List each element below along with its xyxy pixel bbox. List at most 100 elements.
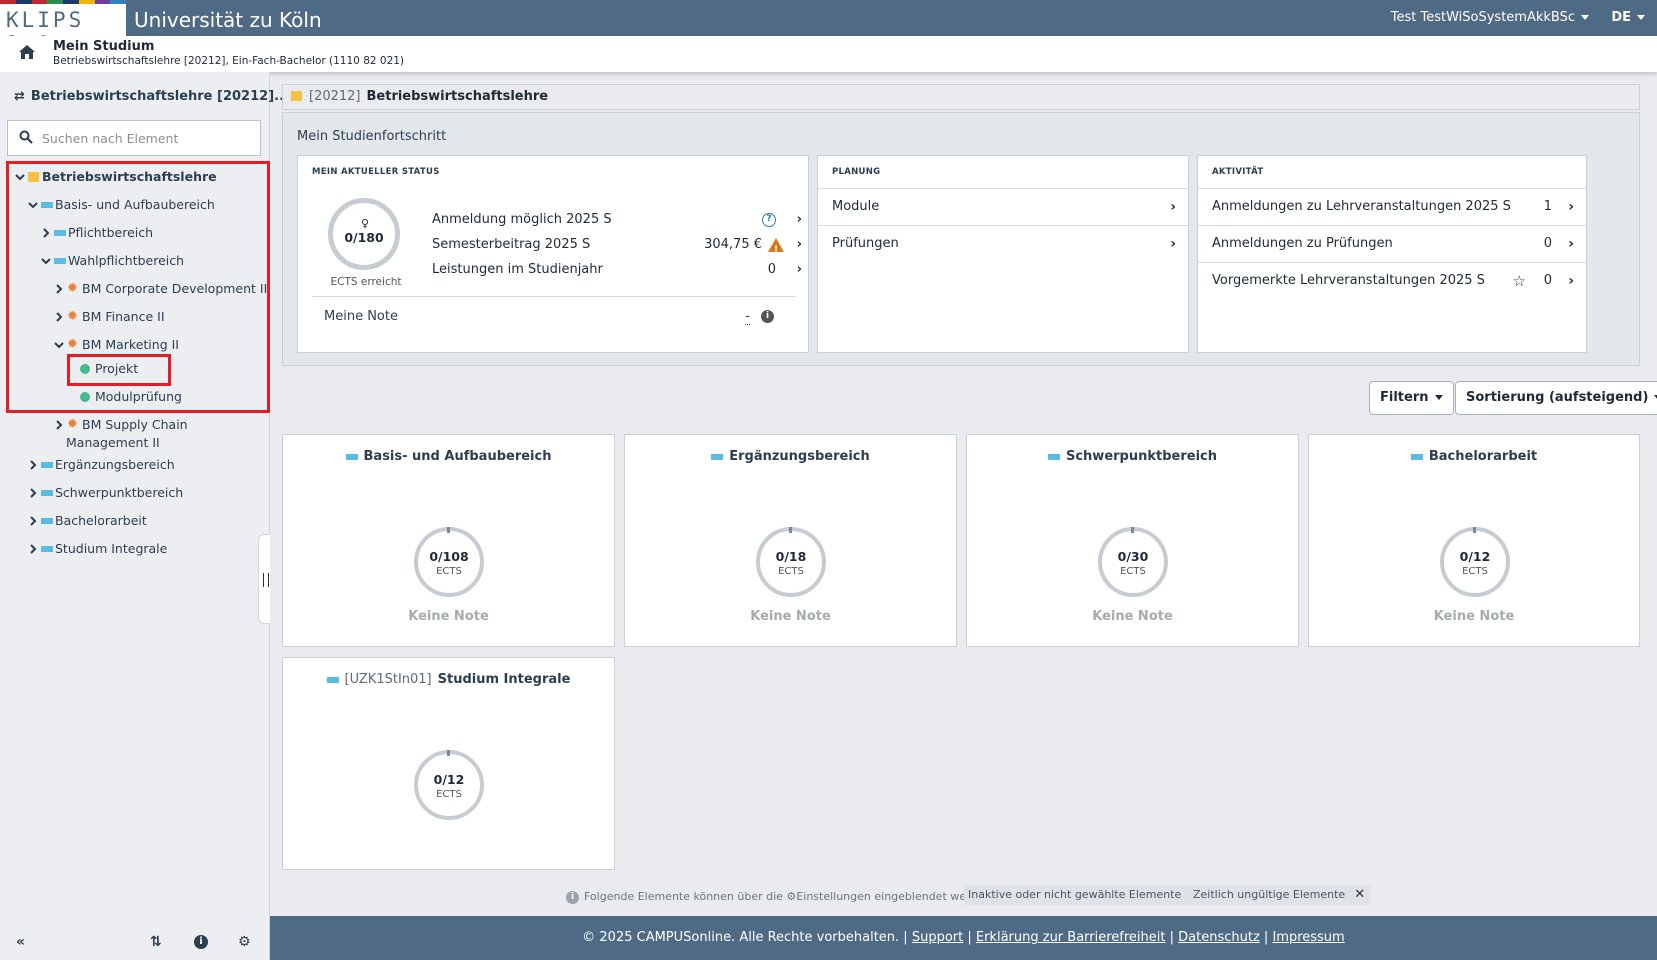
program-switcher[interactable]: ⇄ Betriebswirtschaftslehre [20212]... [14,89,303,104]
tree-label: Studium Integrale [55,541,168,556]
status-row-value: 304,75 € [704,237,762,252]
area-card-ergaenzung[interactable]: Ergänzungsbereich 0/18 ECTS Keine Note [624,434,957,647]
planning-item-pruefungen[interactable]: Prüfungen › [818,225,1188,262]
ects-value: 0/108 [429,549,469,564]
chevron-right-icon: › [1170,236,1176,252]
grade-status: Keine Note [750,609,831,624]
sidebar: ⇄ Betriebswirtschaftslehre [20212]... Bet… [0,72,303,960]
area-marker-icon [711,453,724,460]
info-icon[interactable]: i [761,310,774,323]
chevron-down-icon [1637,15,1645,20]
area-title-text: Schwerpunktbereich [1065,449,1217,464]
tree-item-bachelorarbeit[interactable]: Bachelorarbeit [27,510,267,532]
search-input[interactable] [42,128,252,148]
tree-item-studium-integrale[interactable]: Studium Integrale [27,538,267,560]
area-id: [UZK1StIn01] [344,672,432,687]
status-row-semesterbeitrag[interactable]: Semesterbeitrag 2025 S 304,75 € › [432,235,802,260]
sort-label: Sortierung (aufsteigend) [1466,390,1649,405]
gear-icon: ⚙ [786,890,797,903]
activity-item-pruefungen[interactable]: Anmeldungen zu Prüfungen 0 › [1198,225,1586,262]
help-icon[interactable]: ? [762,210,776,230]
highlight-frame-projekt [67,354,171,386]
page-description: Betriebswirtschaftslehre [20212], Ein-Fa… [53,55,405,67]
gear-icon[interactable]: ⚙ [238,934,251,950]
area-title: Ergänzungsbereich [625,449,956,464]
planning-item-module[interactable]: Module › [818,188,1188,225]
status-row-value: 0 [767,262,776,277]
footer-link-accessibility[interactable]: Erklärung zur Barrierefreiheit [976,930,1166,945]
ring-tick [789,527,792,533]
area-marker-icon [41,490,53,496]
ects-unit: ECTS [1462,566,1488,577]
area-title-text: Ergänzungsbereich [729,449,870,464]
ects-unit: ECTS [1120,566,1146,577]
ects-value: 0/12 [1459,549,1491,564]
language-menu[interactable]: DE [1611,10,1645,25]
activity-item-lehrveranstaltungen[interactable]: Anmeldungen zu Lehrveranstaltungen 2025 … [1198,188,1586,225]
activity-item-vorgemerkt[interactable]: Vorgemerkte Lehrveranstaltungen 2025 S ☆ 0… [1198,262,1586,299]
filter-chip-inactive[interactable]: Inaktive oder nicht gewählte Elemente✕ [964,885,1208,905]
ects-label: ECTS erreicht [330,276,402,288]
info-icon[interactable]: i [194,935,208,949]
chevron-right-icon: › [1170,199,1176,215]
program-name: Betriebswirtschaftslehre [366,89,549,104]
page-subheader: Mein Studium Betriebswirtschaftslehre [2… [0,36,1657,72]
sidebar-resize-handle[interactable] [258,534,270,624]
footer-link-imprint[interactable]: Impressum [1272,930,1344,945]
chevron-right-icon [30,488,37,498]
area-card-basis[interactable]: Basis- und Aufbaubereich 0/108 ECTS Keine… [282,434,615,647]
sidebar-search [7,120,261,156]
activity-heading: AKTIVITÄT [1212,167,1264,177]
info-icon: i [566,890,579,904]
ects-value: 0/18 [775,549,807,564]
ring-tick [447,527,450,533]
filter-label: Filtern [1380,390,1429,405]
area-card-bachelorarbeit[interactable]: Bachelorarbeit 0/12 ECTS Keine Note [1308,434,1640,647]
area-marker-icon [326,676,339,683]
ects-progress-ring: 0/12 ECTS [1440,527,1510,597]
ects-unit: ECTS [778,566,804,577]
activity-item-label: Vorgemerkte Lehrveranstaltungen 2025 S [1212,273,1485,288]
tree-item-ergaenzungsbereich[interactable]: Ergänzungsbereich [27,454,267,476]
activity-item-label: Anmeldungen zu Lehrveranstaltungen 2025 … [1212,199,1511,214]
sort-icon[interactable]: ⇅ [150,934,162,950]
folder-yellow-icon [291,91,302,101]
tree-label: Ergänzungsbereich [55,457,175,472]
top-bar: KLIPS 2.0 Universität zu Köln Test TestW… [0,0,1657,56]
language-label: DE [1611,10,1631,25]
area-marker-icon [1410,453,1423,460]
status-row-label: Anmeldung möglich 2025 S [432,212,612,227]
ects-unit: ECTS [436,566,462,577]
area-title: Basis- und Aufbaubereich [283,449,614,464]
status-row-anmeldung[interactable]: Anmeldung möglich 2025 S ? › [432,210,802,230]
tree-item-bm-supply-chain[interactable]: ✹ BM Supply Chain Management II [53,414,265,454]
chip-label: Zeitlich ungültige Elemente [1193,888,1346,901]
planning-heading: PLANUNG [832,167,881,177]
achievement-icon: ♀ [361,217,370,230]
page-footer: © 2025 CAMPUSonline. Alle Rechte vorbeha… [270,916,1657,960]
collapse-sidebar-icon[interactable]: « [16,934,25,950]
footer-link-support[interactable]: Support [912,930,963,945]
status-row-leistungen[interactable]: Leistungen im Studienjahr 0 › [432,260,802,280]
area-card-studium-integrale[interactable]: [UZK1StIn01] Studium Integrale 0/12 ECTS [282,657,615,870]
star-icon[interactable]: ☆ [1513,263,1526,299]
area-card-schwerpunkt[interactable]: Schwerpunktbereich 0/30 ECTS Keine Note [966,434,1299,647]
user-menu[interactable]: Test TestWiSoSystemAkkBSc [1391,10,1589,25]
tree-item-schwerpunktbereich[interactable]: Schwerpunktbereich [27,482,267,504]
close-icon[interactable]: ✕ [1354,885,1365,905]
footer-link-privacy[interactable]: Datenschutz [1178,930,1260,945]
area-marker-icon [41,518,53,524]
status-card: MEIN AKTUELLER STATUS ♀ 0/180 ECTS errei… [297,155,809,353]
sort-button[interactable]: Sortierung (aufsteigend) [1455,381,1657,415]
area-title-text: Bachelorarbeit [1428,449,1538,464]
filter-button[interactable]: Filtern [1369,381,1454,415]
chevron-right-icon [30,544,37,554]
chevron-down-icon [1581,15,1589,20]
chevron-down-icon [1434,395,1443,400]
ects-progress-ring: ♀ 0/180 [328,198,400,270]
logo-color-stripes [0,0,126,4]
home-icon[interactable] [18,44,36,60]
klips-logo[interactable]: KLIPS 2.0 [0,0,126,56]
filter-chip-invalid[interactable]: Zeitlich ungültige Elemente ✕ [1189,885,1372,905]
tree-label: Management II [66,435,160,450]
